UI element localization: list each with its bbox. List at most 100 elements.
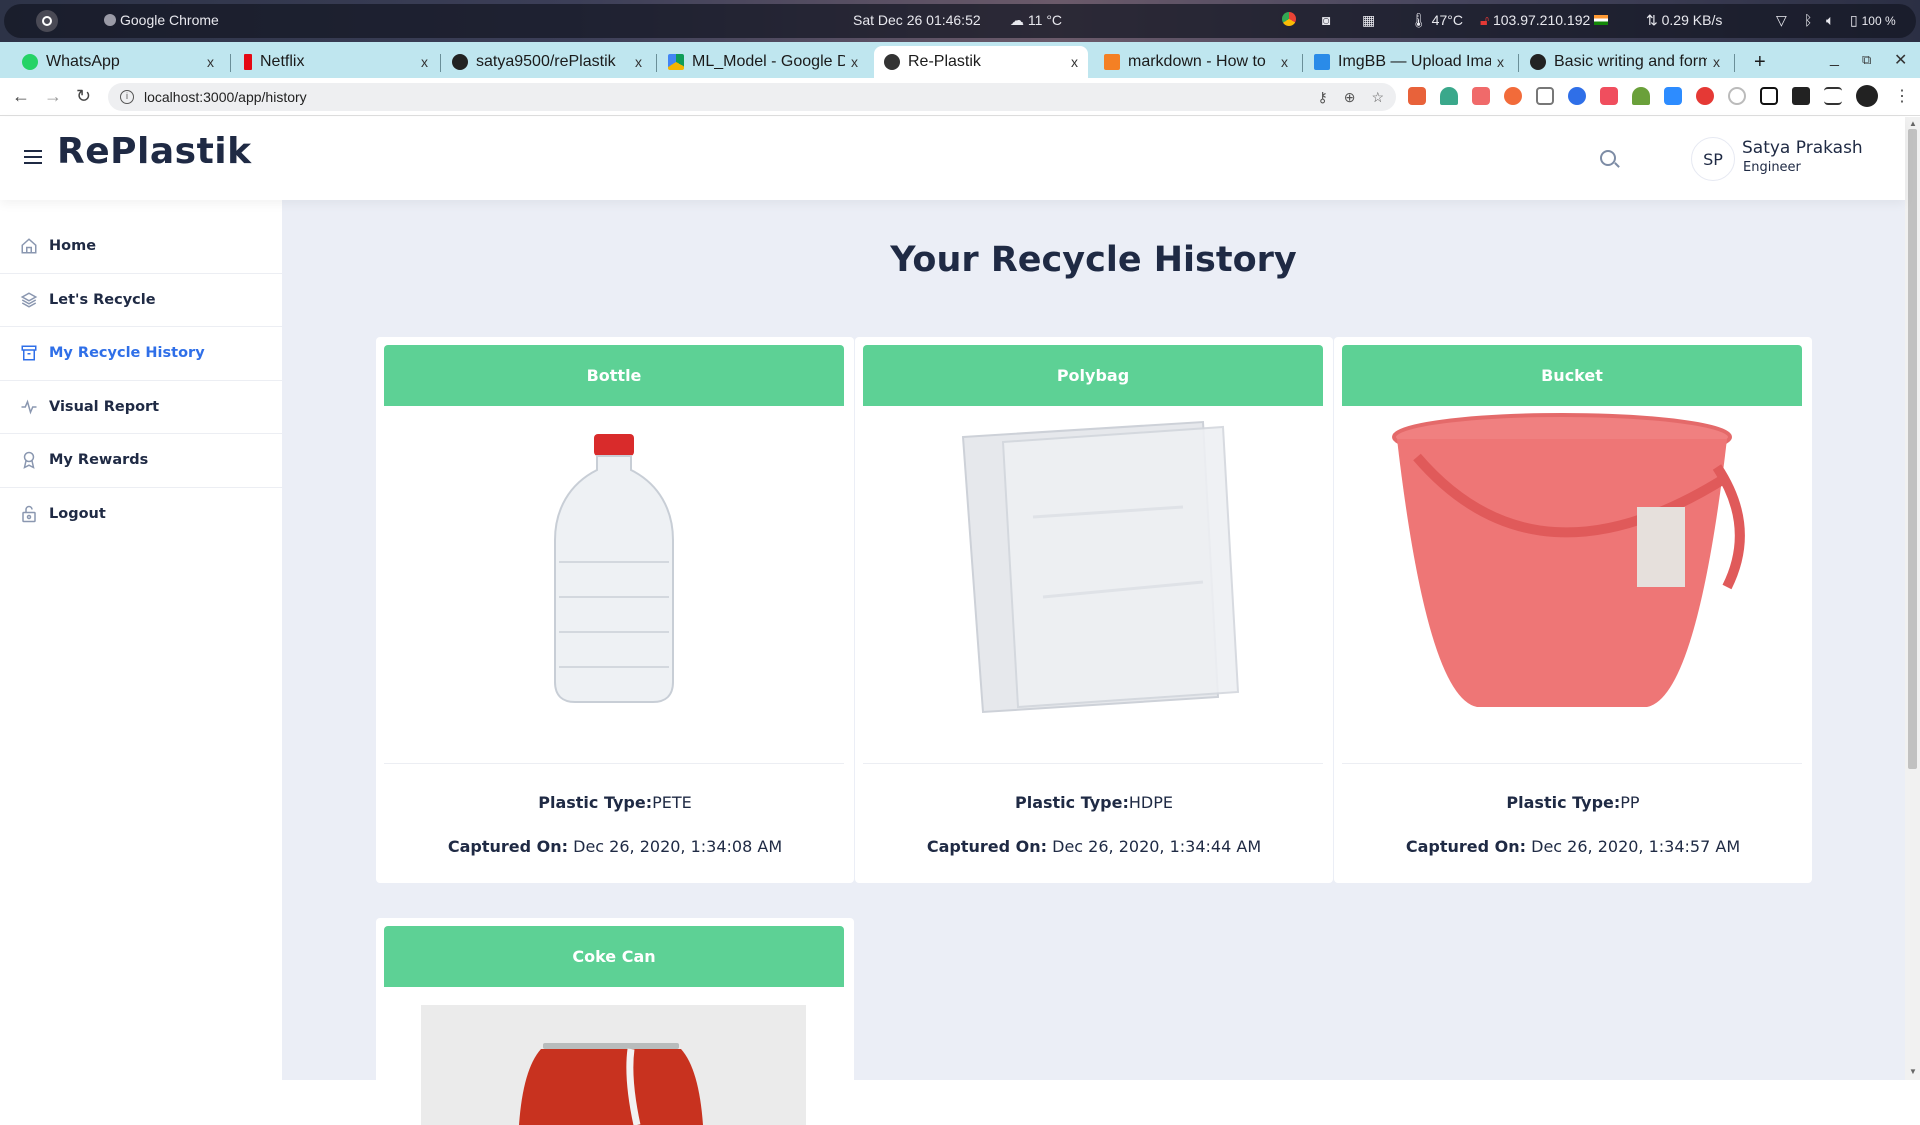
polybag-image xyxy=(863,417,1323,714)
close-tab-icon[interactable]: x xyxy=(1281,54,1288,70)
extension-blue-drop-icon[interactable] xyxy=(1568,87,1586,105)
key-icon[interactable]: ⚷ xyxy=(1317,89,1327,106)
bluetooth-icon[interactable]: ᛒ xyxy=(1804,12,1812,28)
close-tab-icon[interactable]: x xyxy=(1497,54,1504,70)
activity-icon xyxy=(20,398,38,416)
wifi-icon[interactable]: ▽ xyxy=(1776,12,1787,29)
activities-icon[interactable] xyxy=(36,10,58,32)
url-text[interactable]: localhost:3000/app/history xyxy=(144,89,307,105)
forward-button[interactable]: → xyxy=(44,86,62,107)
battery[interactable]: ▯ 100 % xyxy=(1850,12,1896,29)
weather-temp: 11 °C xyxy=(1027,12,1063,28)
card-divider xyxy=(863,763,1323,764)
qr-icon[interactable]: ▦ xyxy=(1362,12,1375,29)
volume-icon[interactable]: 🔈︎ xyxy=(1826,12,1834,29)
profile-avatar-icon[interactable] xyxy=(1856,85,1878,107)
thermometer-icon: 🌡︎ xyxy=(1410,12,1432,28)
close-tab-icon[interactable]: x xyxy=(1071,54,1078,70)
ip-indicator[interactable]: 🔓︎ 103.97.210.192 xyxy=(1480,12,1609,29)
extension-tree-icon[interactable] xyxy=(1632,87,1650,105)
notion-icon[interactable] xyxy=(1760,87,1778,105)
sidebar-item-label: Logout xyxy=(49,506,106,523)
weather[interactable]: ☁ 11 °C xyxy=(1010,12,1062,29)
sidebar-item-my-rewards[interactable]: My Rewards xyxy=(0,434,282,488)
tab-title: ML_Model - Google Drive xyxy=(692,53,845,70)
tab-whatsapp[interactable]: WhatsApp x xyxy=(12,46,224,78)
tab-netflix[interactable]: Netflix x xyxy=(234,46,438,78)
tab-ml-model[interactable]: ML_Model - Google Drive x xyxy=(658,46,868,78)
captured-on-label: Captured On: xyxy=(926,837,1048,856)
pocket-icon[interactable] xyxy=(1536,87,1554,105)
tab-github-basic-writing[interactable]: Basic writing and formatting x xyxy=(1520,46,1730,78)
sidebar-item-lets-recycle[interactable]: Let's Recycle xyxy=(0,274,282,327)
page-scrollbar[interactable]: ▲ ▼ xyxy=(1905,117,1920,1080)
card-title: Bottle xyxy=(384,345,844,406)
user-name[interactable]: Satya Prakash xyxy=(1742,138,1863,158)
sidebar-item-logout[interactable]: Logout xyxy=(0,488,282,542)
close-tab-icon[interactable]: x xyxy=(1713,54,1720,70)
sidebar-item-visual-report[interactable]: Visual Report xyxy=(0,381,282,434)
browser-tab-strip: WhatsApp x Netflix x satya9500/rePlastik… xyxy=(0,42,1920,78)
close-tab-icon[interactable]: x xyxy=(207,54,214,70)
cpu-temp[interactable]: 🌡︎ 47°C xyxy=(1410,12,1463,29)
captured-on-label: Captured On: xyxy=(447,837,569,856)
media-control-icon[interactable] xyxy=(1824,87,1842,105)
extensions-puzzle-icon[interactable] xyxy=(1792,87,1810,105)
bookmark-star-icon[interactable]: ☆ xyxy=(1371,89,1384,106)
tab-separator xyxy=(1734,54,1735,72)
tab-github-replastik[interactable]: satya9500/rePlastik x xyxy=(442,46,652,78)
search-icon[interactable] xyxy=(1600,150,1616,166)
close-tab-icon[interactable]: x xyxy=(635,54,642,70)
screenshot-icon[interactable]: ◙ xyxy=(1322,12,1330,28)
plastic-type-value: PETE xyxy=(652,793,692,812)
zoom-meeting-icon[interactable] xyxy=(1664,87,1682,105)
captured-on-label: Captured On: xyxy=(1405,837,1527,856)
cpu-temp-value: 47°C xyxy=(1431,12,1463,28)
layers-icon xyxy=(20,291,38,309)
menu-toggle-icon[interactable] xyxy=(24,150,42,164)
sidebar-item-label: Home xyxy=(49,238,97,255)
site-info-icon[interactable]: i xyxy=(120,90,134,104)
tab-re-plastik[interactable]: Re-Plastik x xyxy=(874,46,1088,78)
address-bar[interactable]: i localhost:3000/app/history ⚷ ⊕ ☆ xyxy=(108,83,1396,111)
close-tab-icon[interactable]: x xyxy=(851,54,858,70)
chrome-tray-icon[interactable] xyxy=(1282,12,1296,29)
extension-arrow-icon[interactable] xyxy=(1472,87,1490,105)
page-title: Your Recycle History xyxy=(890,240,1297,280)
tab-imgbb[interactable]: ImgBB — Upload Image x xyxy=(1304,46,1514,78)
reload-button[interactable]: ↻ xyxy=(76,86,91,107)
sidebar-item-home[interactable]: Home xyxy=(0,220,282,274)
red-bucket-image xyxy=(1342,413,1802,707)
weather-icon: ☁ xyxy=(1010,12,1028,28)
minimize-button[interactable]: _ xyxy=(1830,50,1839,68)
tab-title: ImgBB — Upload Image xyxy=(1338,53,1491,70)
avatar[interactable]: SP xyxy=(1691,137,1735,181)
extension-circles-icon[interactable] xyxy=(1728,87,1746,105)
extension-infinity-icon[interactable] xyxy=(1504,87,1522,105)
close-window-button[interactable]: ✕ xyxy=(1894,50,1907,70)
scroll-down-arrow[interactable]: ▼ xyxy=(1909,1067,1917,1076)
sidebar-item-my-recycle-history[interactable]: My Recycle History xyxy=(0,327,282,381)
extension-c-icon[interactable] xyxy=(1408,87,1426,105)
extension-calendar-icon[interactable] xyxy=(1600,87,1618,105)
active-app-label[interactable]: Google Chrome xyxy=(104,12,219,28)
extension-beta-icon[interactable] xyxy=(1440,87,1458,105)
net-speed[interactable]: ⇅ 0.29 KB/s xyxy=(1646,12,1722,29)
more-menu-icon[interactable]: ⋮ xyxy=(1894,86,1910,106)
whatsapp-icon xyxy=(22,54,38,70)
scrollbar-thumb[interactable] xyxy=(1908,129,1917,769)
new-tab-button[interactable]: + xyxy=(1744,46,1776,78)
close-tab-icon[interactable]: x xyxy=(421,54,428,70)
clock[interactable]: Sat Dec 26 01:46:52 xyxy=(853,12,981,28)
plastic-type-label: Plastic Type: xyxy=(538,793,653,812)
history-card: Bucket Plastic Type:PP Captured On: Dec … xyxy=(1334,337,1812,883)
brand-logo[interactable]: RePlastik xyxy=(57,131,252,172)
scroll-up-arrow[interactable]: ▲ xyxy=(1909,119,1917,128)
lock-icon xyxy=(20,505,38,523)
back-button[interactable]: ← xyxy=(12,86,30,107)
restore-button[interactable]: ⧉ xyxy=(1862,52,1871,68)
tab-markdown[interactable]: markdown - How to x xyxy=(1094,46,1298,78)
google-drive-icon xyxy=(668,54,684,70)
zoom-icon[interactable]: ⊕ xyxy=(1344,89,1356,106)
extension-blocker-icon[interactable] xyxy=(1696,87,1714,105)
